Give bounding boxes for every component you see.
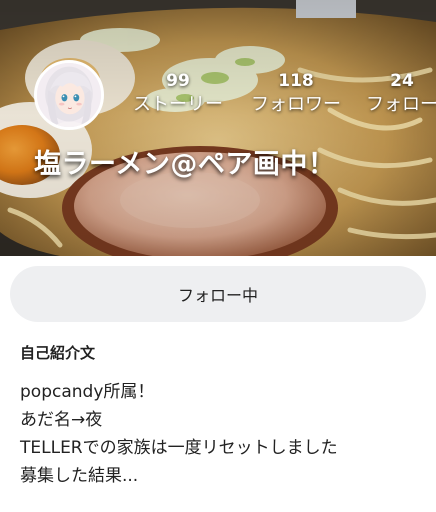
followers-label: フォロワー [251,94,341,115]
bio-heading: 自己紹介文 [20,344,96,362]
stories-label: ストーリー [133,94,223,115]
stat-stories[interactable]: 99 ストーリー [128,70,228,118]
following-label: フォロー [366,94,436,115]
following-button[interactable]: フォロー中 [10,266,426,322]
bio-line: あだ名→夜 [20,410,103,430]
stories-count: 99 [166,71,190,91]
profile-header: 99 ストーリー 118 フォロワー 24 フォロー 塩ラーメン@ペア画中！ [0,0,436,256]
avatar-anime-girl-image [37,63,101,127]
followers-count: 118 [278,71,314,91]
stat-following[interactable]: 24 フォロー [360,70,436,118]
following-count: 24 [390,71,414,91]
bio-line: 募集した結果... [20,466,139,486]
profile-name: 塩ラーメン@ペア画中！ [34,149,336,180]
bio-line: popcandy所属！ [20,382,155,402]
bio-line: TELLERでの家族は一度リセットしました [20,438,338,458]
bio-text: popcandy所属！ あだ名→夜 TELLERでの家族は一度リセットしました … [20,378,420,490]
stat-followers[interactable]: 118 フォロワー [244,70,348,118]
avatar[interactable] [34,60,104,130]
